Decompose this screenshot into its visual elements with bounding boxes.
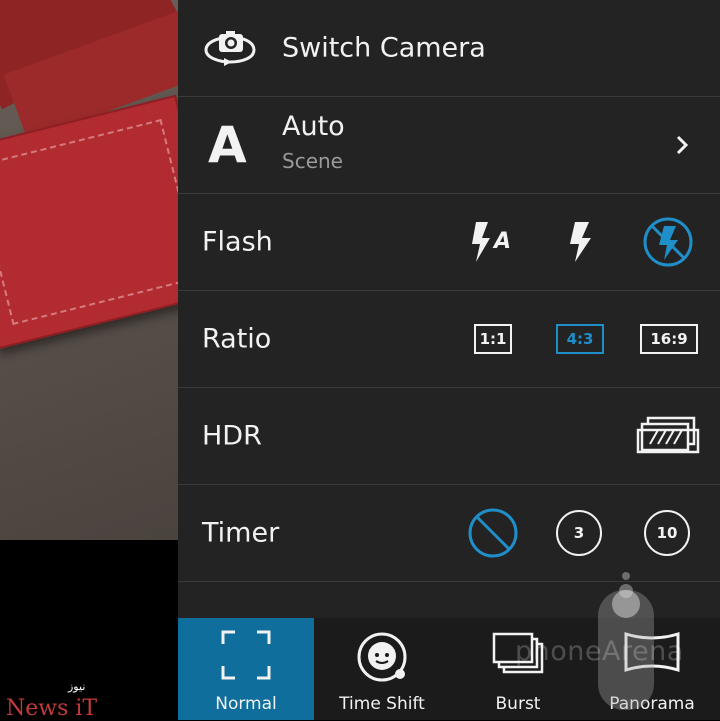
- frame-corners-icon: [221, 630, 271, 684]
- scene-sublabel: Scene: [282, 149, 343, 173]
- flash-auto-icon[interactable]: A: [466, 220, 520, 264]
- mode-normal[interactable]: Normal: [178, 618, 314, 720]
- mode-burst-label: Burst: [495, 694, 541, 714]
- scene-letter-icon: A: [208, 116, 247, 174]
- camera-settings-panel: Switch Camera A Auto Scene Flash A Ratio…: [178, 0, 720, 618]
- mode-time-shift[interactable]: Time Shift: [314, 618, 450, 720]
- ratio-row: Ratio 1:1 4:3 16:9: [178, 291, 720, 388]
- time-shift-face-icon: [355, 630, 409, 688]
- scene-row[interactable]: A Auto Scene: [178, 97, 720, 194]
- ratio-label: Ratio: [202, 323, 272, 355]
- timer-label: Timer: [202, 517, 280, 549]
- timer-off-icon[interactable]: [467, 507, 519, 559]
- site-logo: نیوز News iT: [2, 680, 98, 721]
- flash-label: Flash: [202, 226, 273, 258]
- timer-10-option[interactable]: 10: [644, 510, 690, 556]
- scene-value: Auto: [282, 111, 345, 142]
- logo-main-text: News iT: [6, 696, 98, 721]
- ratio-4-3-option[interactable]: 4:3: [556, 324, 604, 354]
- flash-off-icon[interactable]: [642, 216, 694, 268]
- mode-normal-label: Normal: [215, 694, 277, 714]
- timer-row: Timer 3 10: [178, 485, 720, 582]
- flash-row: Flash A: [178, 194, 720, 291]
- flash-auto-letter: A: [492, 229, 511, 254]
- ratio-16-9-option[interactable]: 16:9: [640, 324, 698, 354]
- logo-sub-text: نیوز: [68, 680, 86, 693]
- switch-camera-row[interactable]: Switch Camera: [178, 0, 720, 97]
- mode-time-shift-label: Time Shift: [339, 694, 425, 714]
- ratio-1-1-option[interactable]: 1:1: [474, 324, 512, 354]
- switch-camera-icon: [198, 28, 262, 68]
- hdr-row: HDR: [178, 388, 720, 485]
- timer-3-option[interactable]: 3: [556, 510, 602, 556]
- mode-burst[interactable]: Burst: [450, 618, 586, 720]
- watermark-text: phoneArena: [515, 636, 684, 667]
- hdr-icon[interactable]: [636, 416, 702, 456]
- switch-camera-label: Switch Camera: [282, 32, 486, 64]
- camera-viewfinder: [0, 0, 178, 540]
- chevron-right-icon[interactable]: [674, 133, 690, 157]
- hdr-label: HDR: [202, 420, 262, 452]
- viewfinder-object: [0, 94, 178, 350]
- flash-on-icon[interactable]: [565, 220, 595, 264]
